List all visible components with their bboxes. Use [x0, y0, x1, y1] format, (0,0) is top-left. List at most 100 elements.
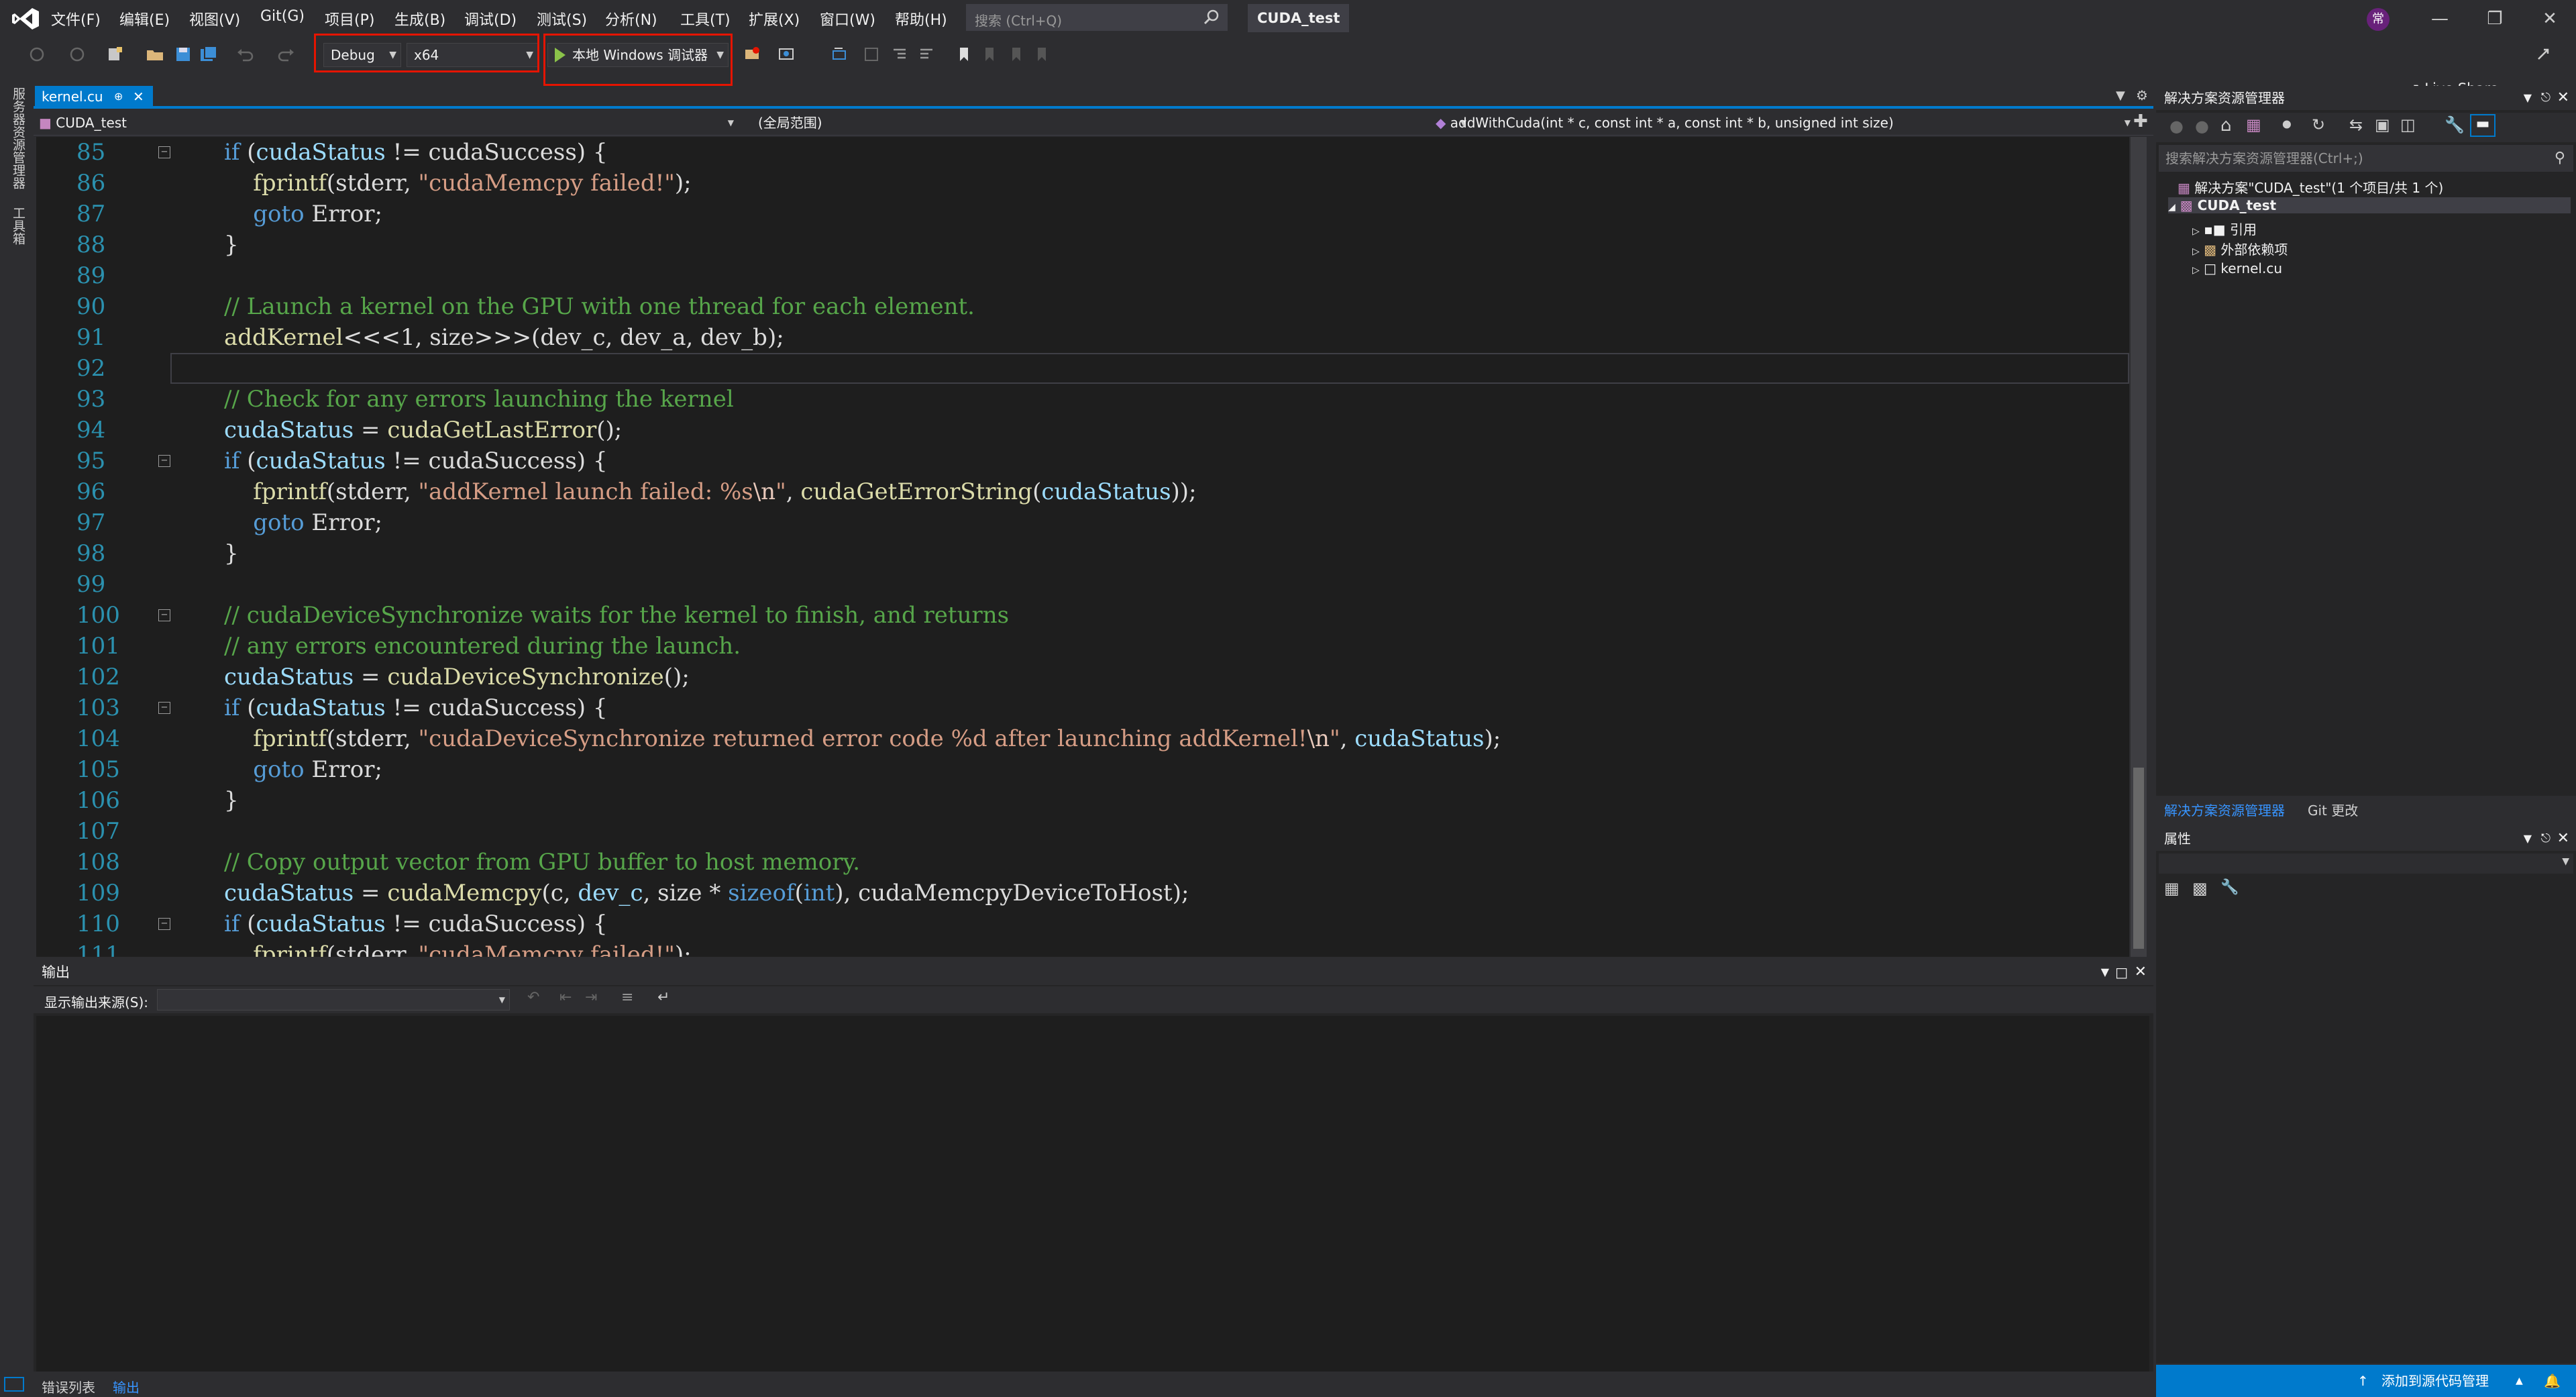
- close-panel-icon[interactable]: ✕: [2557, 86, 2569, 110]
- menu-debug[interactable]: 调试(D): [464, 8, 517, 30]
- menu-view[interactable]: 视图(V): [189, 8, 240, 30]
- split-icon[interactable]: ✚: [2133, 111, 2148, 132]
- tree-item-external-deps[interactable]: ▷ ▩ 外部依赖项: [2192, 239, 2288, 258]
- search-input[interactable]: 搜索 (Ctrl+Q): [966, 4, 1228, 31]
- word-wrap-icon[interactable]: ↵: [657, 989, 669, 1006]
- scope-select[interactable]: (全局范围) ▼: [758, 113, 1469, 133]
- switch-views-icon[interactable]: ▦: [2246, 115, 2261, 134]
- tab-overflow-icon[interactable]: ▼: [2116, 89, 2125, 103]
- output-source-select[interactable]: ▼: [157, 989, 510, 1011]
- pin-icon[interactable]: ⎋: [2541, 86, 2551, 110]
- project-node[interactable]: ◢ ▩ CUDA_test: [2168, 197, 2571, 213]
- back-icon[interactable]: [27, 44, 47, 64]
- dropdown-icon[interactable]: ▼: [2524, 86, 2532, 110]
- show-all-files-icon[interactable]: ◫: [2400, 115, 2416, 134]
- dropdown-icon[interactable]: ▼: [2101, 960, 2109, 985]
- close-tab-icon[interactable]: ✕: [133, 86, 144, 107]
- indent-right-icon[interactable]: [916, 44, 936, 64]
- prev-bookmark-icon[interactable]: [979, 44, 1000, 64]
- pin-icon[interactable]: ⊕: [114, 86, 123, 107]
- categorized-icon[interactable]: ▦: [2164, 879, 2180, 898]
- server-explorer-tab[interactable]: 服务器资源管理器: [9, 87, 28, 189]
- menu-window[interactable]: 窗口(W): [820, 8, 875, 30]
- avatar[interactable]: 常: [2367, 8, 2390, 31]
- dropdown-icon[interactable]: ▼: [2524, 827, 2532, 851]
- prev-message-icon[interactable]: ⇤: [559, 989, 572, 1006]
- attach-process-icon[interactable]: [742, 44, 762, 64]
- add-to-source-control-button[interactable]: 添加到源代码管理: [2381, 1365, 2489, 1397]
- solution-node[interactable]: ▦ 解决方案"CUDA_test"(1 个项目/共 1 个): [2178, 177, 2443, 197]
- visual-studio-logo-icon[interactable]: [11, 7, 40, 31]
- tab-git-changes[interactable]: Git 更改: [2308, 800, 2358, 819]
- feedback-icon[interactable]: [2533, 44, 2553, 64]
- step-over-icon[interactable]: [829, 44, 849, 64]
- collapse-icon[interactable]: −: [158, 918, 170, 930]
- gear-icon[interactable]: ⚙: [2136, 87, 2148, 103]
- close-window-icon[interactable]: ✕: [2520, 3, 2576, 35]
- maximize-panel-icon[interactable]: □: [2115, 960, 2128, 985]
- forward-icon[interactable]: [67, 44, 87, 64]
- code-editor[interactable]: 85 − if (cudaStatus != cudaSuccess) { 86 f…: [36, 137, 2129, 957]
- open-folder-icon[interactable]: [145, 44, 165, 64]
- next-bookmark-icon[interactable]: [1006, 44, 1026, 64]
- collapse-icon[interactable]: −: [158, 455, 170, 467]
- menu-help[interactable]: 帮助(H): [895, 8, 947, 30]
- collapse-all-icon[interactable]: ▣: [2375, 115, 2390, 134]
- new-project-icon[interactable]: [105, 44, 125, 64]
- find-message-icon[interactable]: ↶: [527, 989, 539, 1006]
- expand-icon[interactable]: ◢: [2168, 202, 2176, 213]
- function-select[interactable]: ◆ addWithCuda(int * c, const int * a, co…: [1436, 113, 2133, 133]
- tree-item-kernel[interactable]: ▷ □ kernel.cu: [2192, 260, 2282, 276]
- back-icon[interactable]: ●: [2169, 117, 2184, 136]
- close-panel-icon[interactable]: ✕: [2135, 960, 2147, 985]
- menu-file[interactable]: 文件(F): [51, 8, 101, 30]
- bookmark-icon[interactable]: [954, 44, 974, 64]
- menu-tools[interactable]: 工具(T): [680, 8, 731, 30]
- undo-icon[interactable]: [235, 44, 255, 64]
- menu-git[interactable]: Git(G): [260, 8, 305, 25]
- tab-error-list[interactable]: 错误列表: [42, 1377, 95, 1396]
- expand-icon[interactable]: ▷: [2192, 265, 2200, 276]
- clear-bookmarks-icon[interactable]: [1032, 44, 1052, 64]
- tab-output[interactable]: 输出: [113, 1377, 140, 1396]
- collapse-icon[interactable]: −: [158, 702, 170, 714]
- expand-icon[interactable]: ▷: [2192, 246, 2200, 257]
- editor-scrollbar[interactable]: [2131, 137, 2147, 957]
- next-message-icon[interactable]: ⇥: [585, 989, 597, 1006]
- menu-edit[interactable]: 编辑(E): [119, 8, 170, 30]
- panel-icon[interactable]: [4, 1377, 24, 1392]
- menu-test[interactable]: 测试(S): [537, 8, 587, 30]
- home-icon[interactable]: ⌂: [2220, 115, 2232, 136]
- collapse-icon[interactable]: −: [158, 609, 170, 621]
- find-icon[interactable]: [861, 44, 881, 64]
- collapse-icon[interactable]: −: [158, 146, 170, 158]
- wrench-icon[interactable]: 🔧: [2445, 115, 2465, 134]
- redo-icon[interactable]: [276, 44, 297, 64]
- project-select[interactable]: ■ CUDA_test ▼: [39, 113, 737, 133]
- toolbox-tab[interactable]: 工具箱: [9, 207, 28, 245]
- preview-icon[interactable]: ▬: [2470, 114, 2496, 137]
- menu-project[interactable]: 项目(P): [325, 8, 374, 30]
- properties-object-select[interactable]: ▼: [2159, 853, 2573, 874]
- sync-icon[interactable]: ⇆: [2349, 115, 2363, 134]
- menu-build[interactable]: 生成(B): [394, 8, 445, 30]
- pending-changes-icon[interactable]: ⚫: [2279, 115, 2294, 136]
- scrollbar-thumb[interactable]: [2133, 768, 2144, 949]
- minimize-icon[interactable]: —: [2410, 3, 2470, 35]
- indent-left-icon[interactable]: [890, 44, 910, 64]
- history-icon[interactable]: ↻: [2312, 115, 2325, 134]
- close-panel-icon[interactable]: ✕: [2557, 827, 2569, 851]
- tab-kernel-cu[interactable]: kernel.cu ⊕ ✕: [35, 86, 153, 107]
- save-icon[interactable]: [173, 44, 193, 64]
- save-all-icon[interactable]: [199, 44, 219, 64]
- tree-item-references[interactable]: ▷ ▪■ 引用: [2192, 219, 2257, 238]
- property-pages-icon[interactable]: 🔧: [2220, 879, 2239, 896]
- notification-bell-icon[interactable]: 🔔: [2544, 1365, 2561, 1397]
- screenshot-icon[interactable]: [777, 44, 797, 64]
- restore-icon[interactable]: ❐: [2465, 3, 2525, 35]
- menu-analyze[interactable]: 分析(N): [605, 8, 657, 30]
- chevron-up-icon[interactable]: ▲: [2516, 1365, 2523, 1397]
- forward-icon[interactable]: ●: [2195, 117, 2209, 136]
- output-text-area[interactable]: [36, 1016, 2149, 1372]
- expand-icon[interactable]: ▷: [2192, 226, 2200, 237]
